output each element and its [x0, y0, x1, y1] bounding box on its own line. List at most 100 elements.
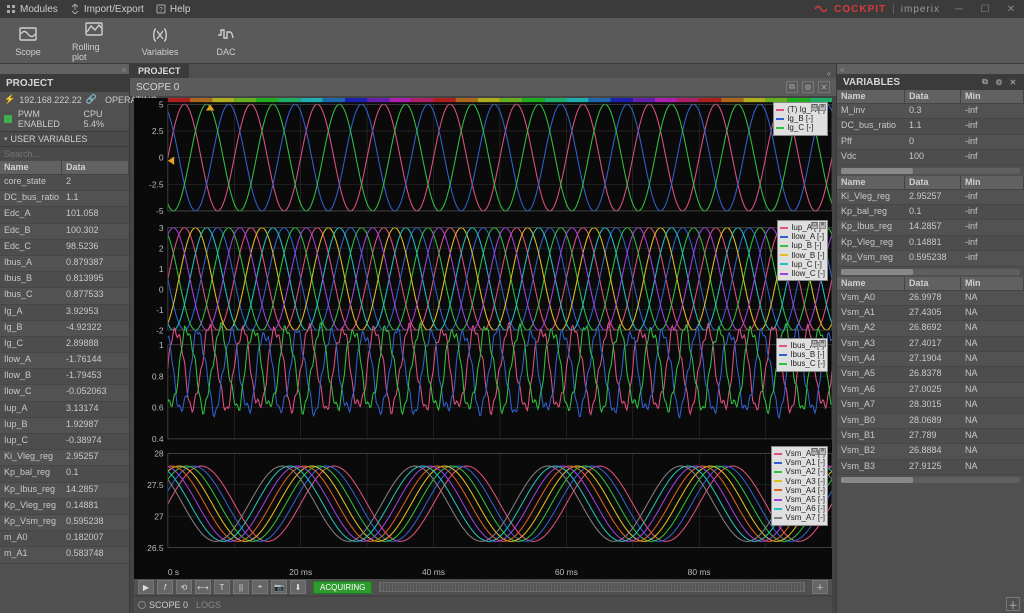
variable-row[interactable]: Ibus_C0.877533 — [0, 288, 129, 304]
legend-item[interactable]: Ilow_B [-] — [780, 251, 825, 260]
plot-btn-link[interactable]: ⟷ — [195, 580, 211, 594]
vars-settings-button[interactable]: ⚙ — [994, 77, 1004, 87]
variable-row[interactable]: Kp_Vleg_reg0.14881 — [0, 499, 129, 515]
vars-close-button[interactable]: ✕ — [1008, 77, 1018, 87]
search-input[interactable] — [0, 147, 129, 161]
variable-row[interactable]: Iup_C-0.38974 — [0, 434, 129, 450]
menu-modules[interactable]: Modules — [6, 4, 58, 15]
variable-row[interactable]: Kp_bal_reg0.1 — [0, 466, 129, 482]
variable-row[interactable]: Vsm_A127.4305NA — [837, 306, 1024, 321]
legend-item[interactable]: Ibus_B [-] — [779, 350, 825, 359]
right-collapse-button[interactable]: « — [837, 64, 1024, 74]
variable-row[interactable]: DC_bus_ratio1.1-inf — [837, 119, 1024, 134]
legend-1[interactable]: ⊡✕(T) Ig_A [-]Ig_B [-]Ig_C [-] — [773, 102, 828, 136]
legend-item[interactable]: Ilow_A [-] — [780, 232, 825, 241]
variable-row[interactable]: Ig_C2.89888 — [0, 337, 129, 353]
plot-btn-rewind[interactable]: ⟲ — [176, 580, 192, 594]
window-minimize-button[interactable]: ─ — [952, 2, 966, 16]
variable-row[interactable]: m_A10.583748 — [0, 547, 129, 563]
legend-item[interactable]: Vsm_A6 [-] — [774, 504, 825, 513]
variable-row[interactable]: Ki_Vleg_reg2.95257-inf — [837, 190, 1024, 205]
variable-row[interactable]: Kp_Vsm_reg0.595238-inf — [837, 251, 1024, 266]
variable-row[interactable]: Vsm_A226.8692NA — [837, 321, 1024, 336]
col-name[interactable]: Name — [0, 161, 62, 174]
toolbar-rollingplot-button[interactable]: Rolling plot — [72, 20, 116, 62]
plot-area[interactable]: -5-2.502.55-2-101230.40.60.8126.52727.52… — [134, 98, 832, 579]
variable-row[interactable]: Ibus_A0.879387 — [0, 256, 129, 272]
legend-item[interactable]: Ibus_C [-] — [779, 359, 825, 368]
legend-item[interactable]: Iup_B [-] — [780, 241, 825, 250]
center-collapse-button[interactable]: « — [824, 68, 834, 78]
legend-item[interactable]: Vsm_A5 [-] — [774, 495, 825, 504]
variable-row[interactable]: Kp_Ibus_reg14.2857 — [0, 483, 129, 499]
variable-row[interactable]: Iup_A3.13174 — [0, 402, 129, 418]
plot-btn-snap[interactable]: ⌖ — [252, 580, 268, 594]
legend-item[interactable]: Ilow_C [-] — [780, 269, 825, 278]
variable-row[interactable]: Ilow_B-1.79453 — [0, 369, 129, 385]
variable-row[interactable]: Ki_Vleg_reg2.95257 — [0, 450, 129, 466]
variable-row[interactable]: Ilow_A-1.76144 — [0, 353, 129, 369]
legend-3[interactable]: ⊡✕Ibus_A [-]Ibus_B [-]Ibus_C [-] — [776, 338, 828, 372]
scope-settings-button[interactable]: ⚙ — [802, 81, 814, 93]
horizontal-scrollbar[interactable] — [841, 168, 1020, 174]
menu-help[interactable]: ? Help — [156, 4, 191, 15]
variable-row[interactable]: Vsm_A526.8378NA — [837, 367, 1024, 382]
bottom-tab-logs[interactable]: LOGS — [196, 600, 221, 610]
plot-btn-download[interactable]: ⬇ — [290, 580, 306, 594]
variable-row[interactable]: Iup_B1.92987 — [0, 418, 129, 434]
variable-row[interactable]: Vsm_A327.4017NA — [837, 337, 1024, 352]
scope-close-button[interactable]: ✕ — [818, 81, 830, 93]
plot-btn-run[interactable]: ▶ — [138, 580, 154, 594]
sidebar-collapse-button[interactable]: » — [0, 64, 129, 74]
variable-row[interactable]: Edc_A101.058 — [0, 207, 129, 223]
tab-project[interactable]: PROJECT — [130, 64, 189, 78]
toolbar-variables-button[interactable]: Variables — [138, 25, 182, 57]
plot-btn-trigger[interactable]: T — [214, 580, 230, 594]
vars-detach-button[interactable]: ⧉ — [980, 77, 990, 87]
legend-item[interactable]: Iup_C [-] — [780, 260, 825, 269]
variable-row[interactable]: Kp_Ibus_reg14.2857-inf — [837, 220, 1024, 235]
variable-row[interactable]: Vsm_B327.9125NA — [837, 460, 1024, 475]
col-data[interactable]: Data — [62, 161, 129, 174]
legend-item[interactable]: Vsm_A4 [-] — [774, 486, 825, 495]
variable-row[interactable]: Vsm_A026.9978NA — [837, 291, 1024, 306]
scope-detach-button[interactable]: ⧉ — [786, 81, 798, 93]
legend-4[interactable]: ⊡✕Vsm_A0 [-]Vsm_A1 [-]Vsm_A2 [-]Vsm_A3 [… — [771, 446, 828, 526]
variable-row[interactable]: Vdc100-inf — [837, 150, 1024, 165]
add-variable-button[interactable]: ＋ — [1006, 597, 1020, 611]
legend-item[interactable]: Vsm_A2 [-] — [774, 467, 825, 476]
variable-row[interactable]: Kp_Vsm_reg0.595238 — [0, 515, 129, 531]
variable-row[interactable]: DC_bus_ratio1.1 — [0, 191, 129, 207]
plot-btn-ruler[interactable]: || — [233, 580, 249, 594]
variable-row[interactable]: Vsm_A728.3015NA — [837, 398, 1024, 413]
variable-row[interactable]: core_state2 — [0, 175, 129, 191]
variable-row[interactable]: Edc_C98.5236 — [0, 240, 129, 256]
horizontal-scrollbar[interactable] — [841, 269, 1020, 275]
variable-row[interactable]: Edc_B100.302 — [0, 224, 129, 240]
progress-bar[interactable] — [379, 582, 805, 592]
legend-item[interactable]: Vsm_A7 [-] — [774, 513, 825, 522]
window-maximize-button[interactable]: ☐ — [978, 2, 992, 16]
variable-row[interactable]: Kp_bal_reg0.1-inf — [837, 205, 1024, 220]
legend-item[interactable]: Ig_C [-] — [776, 123, 825, 132]
variable-row[interactable]: Ilow_C-0.052063 — [0, 385, 129, 401]
plot-btn-fx[interactable]: f — [157, 580, 173, 594]
variable-row[interactable]: Ig_B-4.92322 — [0, 321, 129, 337]
menu-import-export[interactable]: Import/Export — [70, 4, 144, 15]
variable-row[interactable]: M_inv0.3-inf — [837, 104, 1024, 119]
variable-row[interactable]: Vsm_B028.0689NA — [837, 414, 1024, 429]
plot-btn-camera[interactable]: 📷 — [271, 580, 287, 594]
horizontal-scrollbar[interactable] — [841, 477, 1020, 483]
variable-row[interactable]: Kp_Vleg_reg0.14881-inf — [837, 236, 1024, 251]
legend-item[interactable]: Vsm_A3 [-] — [774, 477, 825, 486]
variable-row[interactable]: Vsm_A427.1904NA — [837, 352, 1024, 367]
plot-add-button[interactable]: ＋ — [812, 580, 828, 594]
variable-row[interactable]: Vsm_B226.8884NA — [837, 444, 1024, 459]
user-variables-header[interactable]: USER VARIABLES — [0, 131, 129, 147]
toolbar-scope-button[interactable]: Scope — [6, 25, 50, 57]
variable-row[interactable]: Vsm_B127.789NA — [837, 429, 1024, 444]
legend-item[interactable]: Ig_B [-] — [776, 114, 825, 123]
window-close-button[interactable]: ✕ — [1004, 2, 1018, 16]
legend-item[interactable]: Vsm_A1 [-] — [774, 458, 825, 467]
variable-row[interactable]: Ig_A3.92953 — [0, 305, 129, 321]
